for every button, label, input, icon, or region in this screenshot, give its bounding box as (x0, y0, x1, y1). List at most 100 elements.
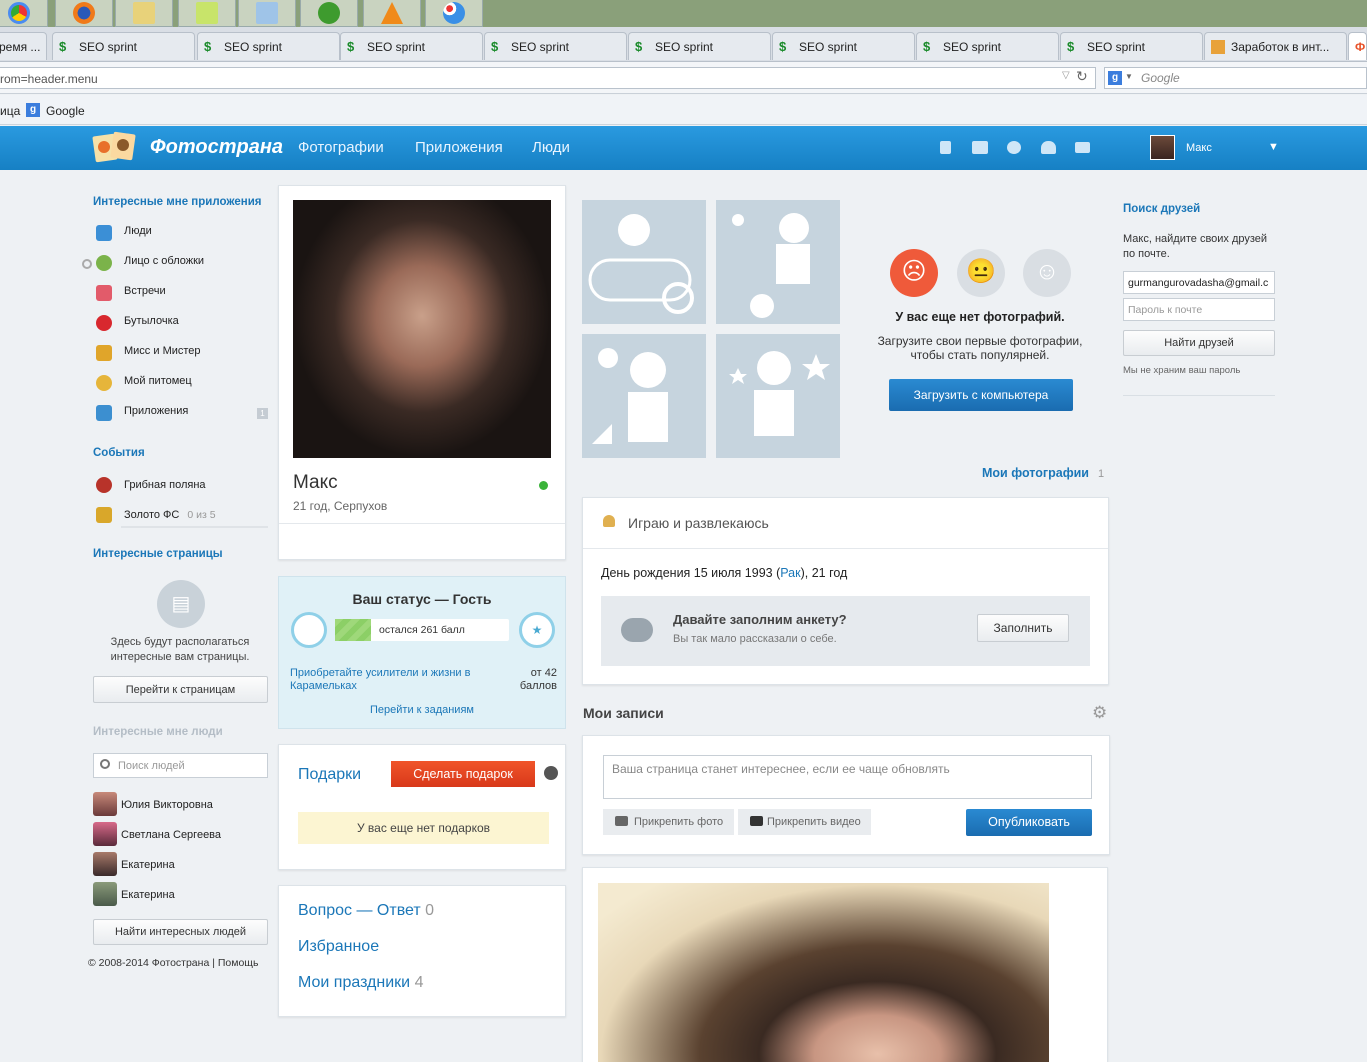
clock-icon (82, 259, 92, 269)
app-item-pet[interactable]: Мой питомец (96, 375, 271, 405)
explorer-taskbar-button[interactable] (115, 0, 173, 27)
list-icon[interactable] (972, 141, 988, 154)
photo-placeholder-football[interactable] (716, 200, 840, 324)
google-engine-icon[interactable]: g (1108, 71, 1122, 85)
app-item-meetings[interactable]: Встречи (96, 285, 271, 315)
avatar (93, 822, 117, 846)
apps-section-title[interactable]: Интересные мне приложения (93, 196, 262, 208)
notes-taskbar-button[interactable] (178, 0, 236, 27)
people-search-input[interactable]: Поиск людей (93, 753, 268, 778)
gifts-card: Подарки Сделать подарок У вас еще нет по… (278, 744, 566, 870)
feed-post-photo[interactable] (598, 883, 1049, 1062)
fotostrana-logo-icon[interactable] (92, 131, 140, 165)
seo-sprint-icon: $ (635, 38, 643, 54)
browser-tab[interactable]: $ SEO sprint (1060, 32, 1203, 60)
post-text-input[interactable]: Ваша страница станет интереснее, если ее… (603, 755, 1092, 799)
make-gift-button[interactable]: Сделать подарок (391, 761, 535, 787)
link-count: 4 (414, 974, 424, 991)
app-item-people[interactable]: Люди (96, 225, 271, 255)
nav-apps[interactable]: Приложения (415, 139, 503, 156)
app-item-bottle[interactable]: Бутылочка (96, 315, 271, 345)
person-tab-icon (1211, 39, 1225, 54)
attach-photo-button[interactable]: Прикрепить фото (603, 809, 734, 835)
browser-tab[interactable]: $ SEO sprint (197, 32, 340, 60)
person-item[interactable]: Екатерина (93, 882, 221, 912)
browser-tab[interactable]: $ SEO sprint (916, 32, 1059, 60)
profile-photo[interactable] (293, 200, 551, 458)
event-item-gold[interactable]: Золото ФС 0 из 5 (96, 507, 216, 523)
tasks-link[interactable]: Перейти к заданиям (279, 704, 565, 716)
user-menu-chevron-icon[interactable]: ▼ (1268, 141, 1279, 153)
news-feed-icon[interactable] (940, 141, 951, 154)
app-item-apps[interactable]: Приложения (96, 405, 271, 435)
person-item[interactable]: Светлана Сергеева (93, 822, 221, 852)
friends-icon[interactable] (1041, 141, 1056, 154)
vlc-taskbar-button[interactable] (363, 0, 421, 27)
profile-details: 21 год, Серпухов (293, 499, 388, 513)
bookmark-item-google[interactable]: Google (46, 104, 85, 118)
qa-link[interactable]: Вопрос — Ответ 0 (298, 902, 434, 920)
reload-icon[interactable]: ↻ (1076, 68, 1088, 85)
people-section-title[interactable]: Интересные мне люди (93, 726, 223, 738)
browser-tab[interactable]: $ SEO sprint (484, 32, 627, 60)
photo-placeholder-guitar[interactable] (716, 334, 840, 458)
browser-tab[interactable]: $ SEO sprint (52, 32, 195, 60)
search-engine-field[interactable]: Google (1104, 67, 1367, 89)
chevron-down-icon[interactable]: ▼ (1125, 72, 1133, 81)
fill-profile-button[interactable]: Заполнить (977, 614, 1069, 642)
event-item-mushroom[interactable]: Грибная поляна (96, 477, 206, 493)
browser-tab[interactable]: ремя ... (0, 32, 47, 60)
apps-list: Люди Лицо с обложки Встречи Бутылочка Ми… (96, 225, 271, 435)
friend-email-input[interactable]: gurmangurovadasha@gmail.c (1123, 271, 1275, 294)
site-logo-text[interactable]: Фотострана (150, 136, 283, 159)
firefox-taskbar-button[interactable] (55, 0, 113, 27)
seo-sprint-icon: $ (204, 38, 212, 54)
browser-tab[interactable]: $ SEO sprint (772, 32, 915, 60)
person-item[interactable]: Екатерина (93, 852, 221, 882)
chrome-taskbar-button[interactable] (0, 0, 48, 27)
paint-taskbar-button[interactable] (425, 0, 483, 27)
gear-icon[interactable]: ⚙ (1092, 703, 1107, 723)
app-item-miss-mister[interactable]: Мисс и Мистер (96, 345, 271, 375)
globe-icon[interactable] (544, 766, 558, 780)
photo-placeholder-car[interactable] (582, 200, 706, 324)
browser-tab[interactable]: Заработок в инт... (1204, 32, 1347, 60)
header-user-name[interactable]: Макс (1186, 142, 1212, 154)
browser-tab-active[interactable]: Ф (1348, 32, 1367, 60)
games-pacman-icon[interactable] (1007, 141, 1021, 154)
bookmark-item[interactable]: ица (0, 104, 20, 118)
help-link[interactable]: Помощь (218, 957, 259, 969)
events-section-title[interactable]: События (93, 447, 145, 459)
url-field[interactable]: rom=header.menu (0, 67, 1096, 89)
utorrent-taskbar-button[interactable] (300, 0, 358, 27)
zodiac-link[interactable]: Рак (780, 566, 800, 580)
photo-placeholder-beach[interactable] (582, 334, 706, 458)
find-friends-button[interactable]: Найти друзей (1123, 330, 1275, 356)
gifts-title[interactable]: Подарки (298, 766, 361, 784)
header-avatar[interactable] (1150, 135, 1175, 160)
birthday-prefix: День рождения 15 июля 1993 ( (601, 566, 781, 580)
attach-video-button[interactable]: Прикрепить видео (738, 809, 871, 835)
browser-tab[interactable]: $ SEO sprint (628, 32, 771, 60)
app-item-cover-face[interactable]: Лицо с обложки (96, 255, 271, 285)
boost-link[interactable]: Приобретайте усилители и жизни в Карамел… (290, 667, 490, 693)
holidays-link[interactable]: Мои праздники 4 (298, 974, 423, 992)
nav-people[interactable]: Люди (532, 139, 570, 156)
upload-from-computer-button[interactable]: Загрузить с компьютера (889, 379, 1073, 411)
attach-photo-label: Прикрепить фото (634, 816, 724, 828)
gold-bag-icon (96, 507, 112, 523)
go-to-pages-button[interactable]: Перейти к страницам (93, 676, 268, 703)
pages-section-title[interactable]: Интересные страницы (93, 548, 223, 560)
browser-tab[interactable]: $ SEO sprint (340, 32, 483, 60)
nav-photos[interactable]: Фотографии (298, 139, 384, 156)
mail-icon[interactable] (1075, 142, 1090, 153)
history-dropdown-icon[interactable]: ▽ (1062, 70, 1070, 81)
find-people-button[interactable]: Найти интересных людей (93, 919, 268, 945)
publish-button[interactable]: Опубликовать (966, 809, 1092, 836)
person-item[interactable]: Юлия Викторовна (93, 792, 221, 822)
favorites-link[interactable]: Избранное (298, 938, 379, 956)
app-taskbar-button[interactable] (238, 0, 296, 27)
status-title: Ваш статус — Гость (352, 591, 492, 607)
my-photos-link[interactable]: Мои фотографии 1 (982, 466, 1104, 480)
email-password-input[interactable]: Пароль к почте (1123, 298, 1275, 321)
